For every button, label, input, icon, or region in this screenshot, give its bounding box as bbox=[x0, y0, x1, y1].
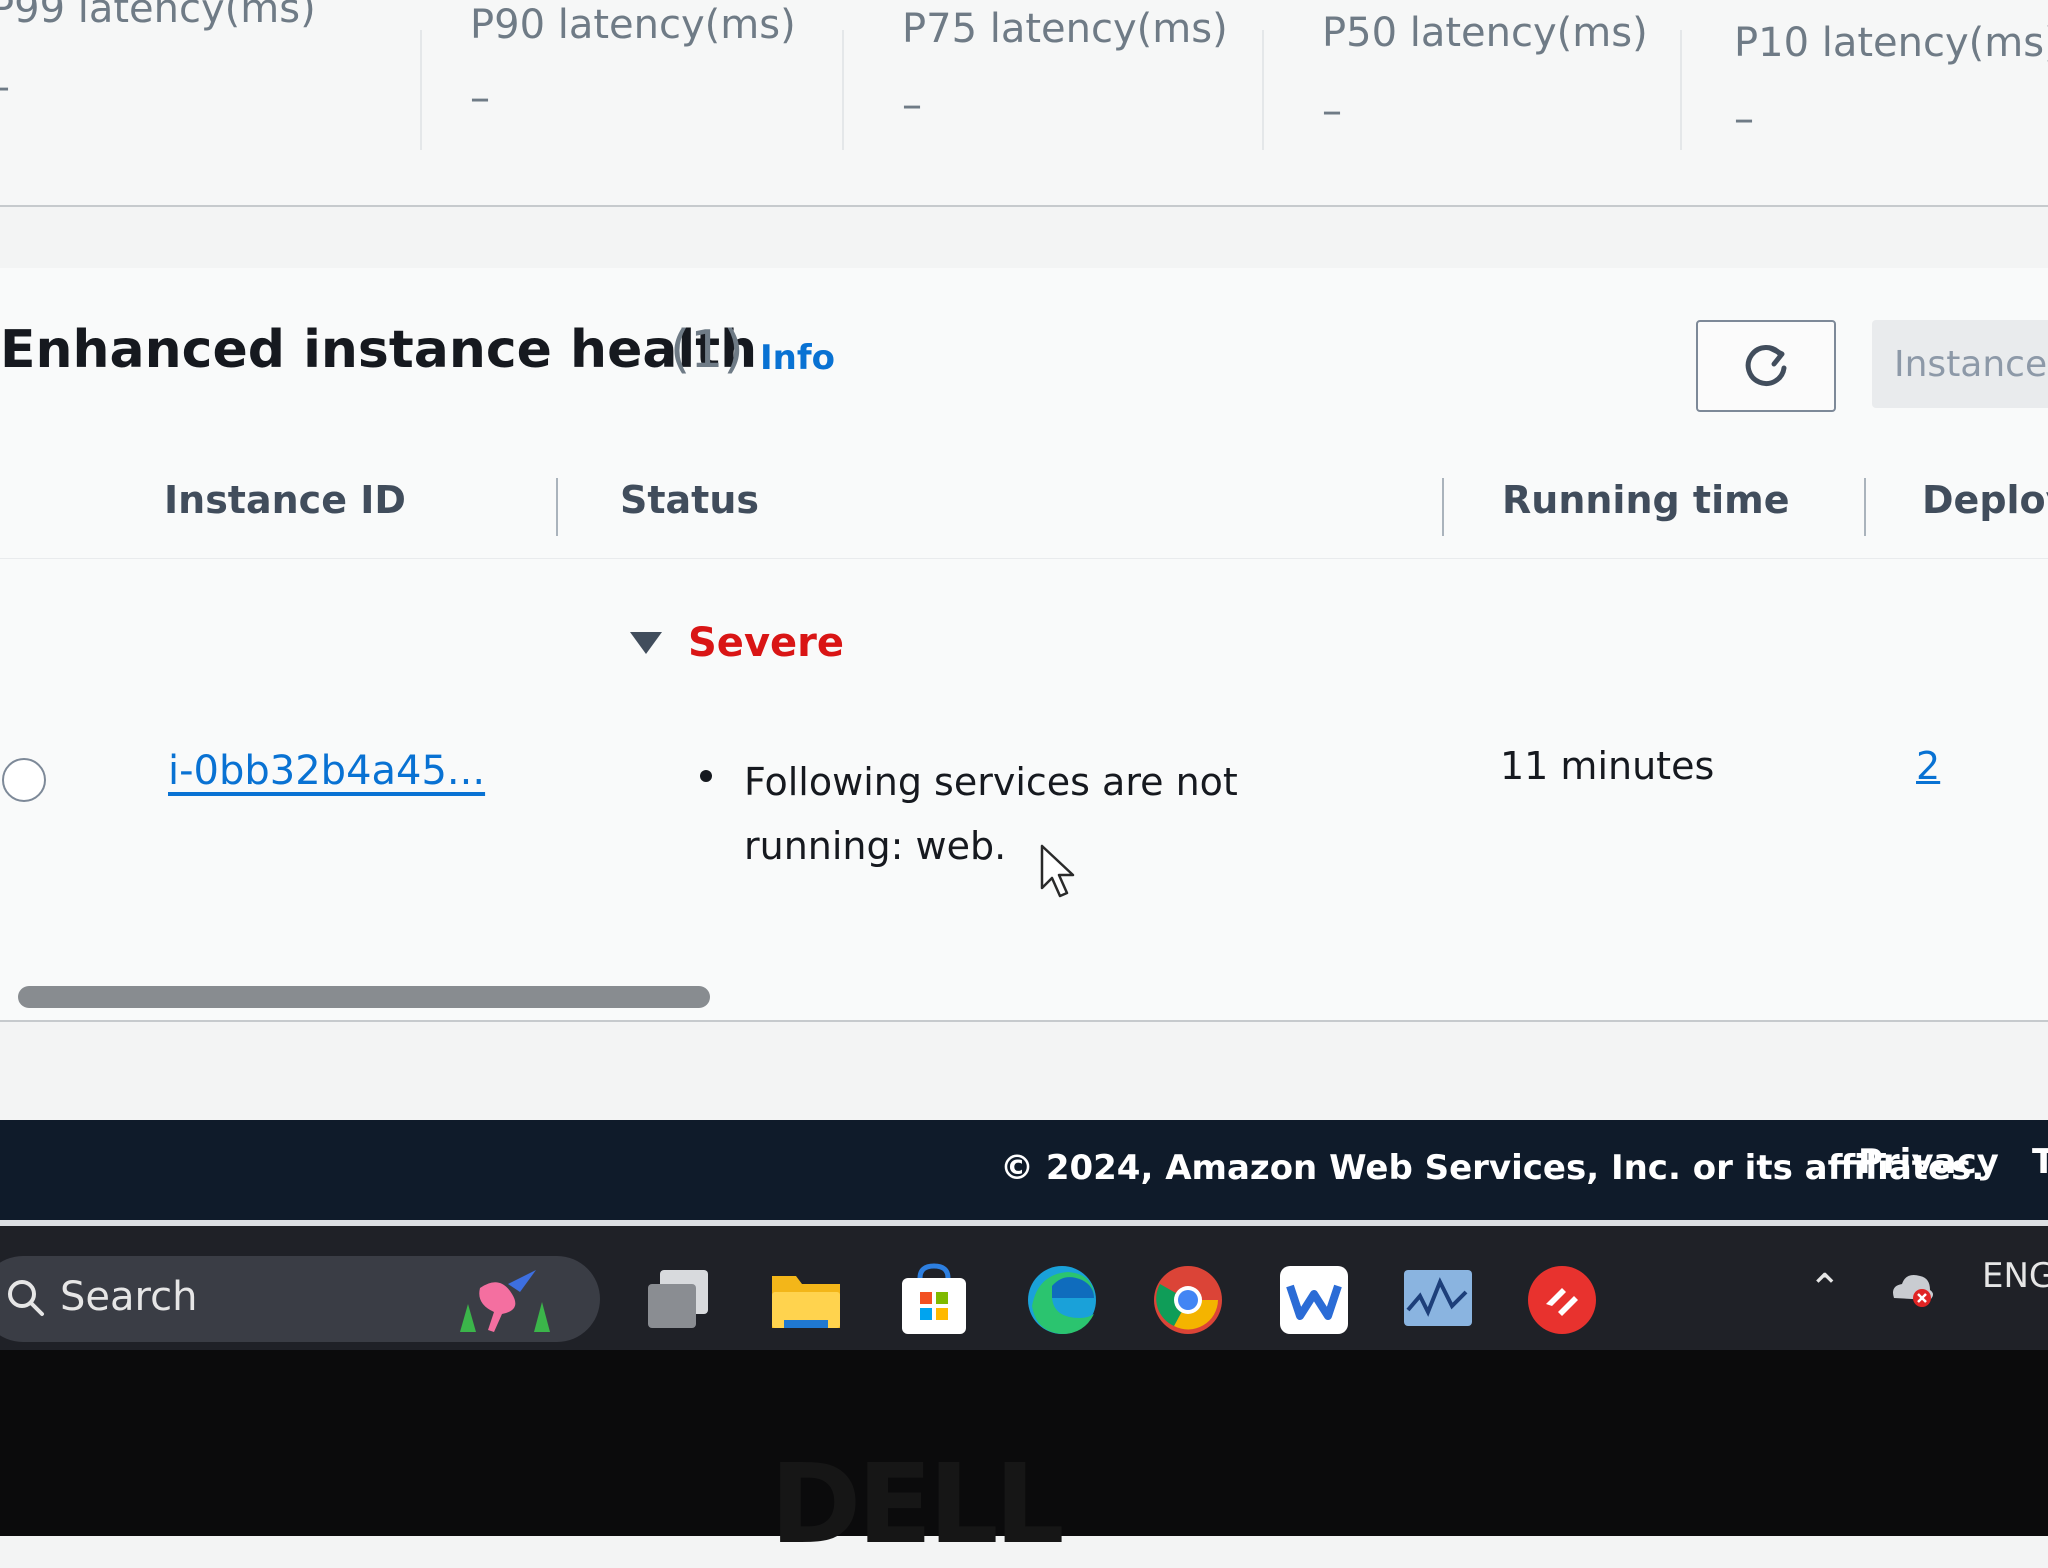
row-select-radio[interactable] bbox=[2, 758, 46, 802]
mouse-pointer-icon bbox=[1040, 844, 1075, 898]
column-divider bbox=[1262, 30, 1264, 150]
panel-title: Enhanced instance health bbox=[0, 320, 758, 380]
taskbar: Search ⌃ ENG bbox=[0, 1220, 2048, 1358]
monitor-bezel: DELL bbox=[0, 1350, 2048, 1568]
chevron-up-icon[interactable]: ⌃ bbox=[1808, 1266, 1842, 1312]
instance-actions-button[interactable]: Instance bbox=[1872, 320, 2048, 408]
privacy-link[interactable]: Privacy bbox=[1858, 1142, 1999, 1182]
bullet-icon bbox=[700, 770, 712, 782]
latency-label: P90 latency(ms) bbox=[470, 2, 796, 48]
search-highlight-icon bbox=[460, 1270, 550, 1332]
table-row: i-0bb32b4a45... Following services are n… bbox=[0, 728, 2048, 888]
file-explorer-icon[interactable] bbox=[768, 1262, 844, 1338]
status-message: Following services are not running: web. bbox=[744, 760, 1238, 868]
edge-icon[interactable] bbox=[1024, 1262, 1100, 1338]
copyright-text: © 2024, Amazon Web Services, Inc. or its… bbox=[1000, 1148, 1985, 1188]
task-view-icon[interactable] bbox=[640, 1262, 716, 1338]
latency-value: – bbox=[902, 82, 922, 128]
latency-label: P10 latency(ms) bbox=[1734, 20, 2048, 66]
latency-p75: P75 latency(ms) – bbox=[902, 0, 1282, 200]
column-divider bbox=[842, 30, 844, 150]
refresh-icon bbox=[1745, 345, 1787, 386]
latency-p99: P99 latency(ms) – bbox=[0, 0, 410, 200]
latency-metrics: P99 latency(ms) – P90 latency(ms) – P75 … bbox=[0, 0, 2048, 207]
remote-desktop-icon[interactable] bbox=[1524, 1262, 1600, 1338]
latency-value: – bbox=[470, 75, 490, 121]
latency-p90: P90 latency(ms) – bbox=[470, 0, 850, 200]
resource-monitor-icon[interactable] bbox=[1400, 1262, 1476, 1338]
word-icon[interactable] bbox=[1276, 1262, 1352, 1338]
severity-label: Severe bbox=[688, 620, 844, 666]
column-header-status[interactable]: Status bbox=[620, 478, 759, 522]
terms-link[interactable]: T bbox=[2032, 1142, 2048, 1182]
latency-label: P75 latency(ms) bbox=[902, 6, 1228, 52]
latency-p50: P50 latency(ms) – bbox=[1322, 0, 1702, 200]
severity-group[interactable]: Severe bbox=[630, 620, 844, 666]
column-resizer[interactable] bbox=[556, 478, 558, 536]
latency-value: – bbox=[1734, 96, 1754, 142]
column-header-instance-id[interactable]: Instance ID bbox=[164, 478, 406, 522]
taskbar-search[interactable]: Search bbox=[0, 1256, 600, 1342]
search-label: Search bbox=[60, 1274, 198, 1320]
chrome-icon[interactable] bbox=[1150, 1262, 1226, 1338]
onedrive-error-icon[interactable] bbox=[1888, 1268, 1936, 1308]
deploy-id-link[interactable]: 2 bbox=[1916, 744, 1940, 788]
refresh-button[interactable] bbox=[1696, 320, 1836, 412]
column-resizer[interactable] bbox=[1442, 478, 1444, 536]
horizontal-scrollbar[interactable] bbox=[18, 986, 710, 1008]
latency-p10: P10 latency(ms) – bbox=[1734, 0, 2048, 200]
console-footer: © 2024, Amazon Web Services, Inc. or its… bbox=[0, 1120, 2048, 1220]
enhanced-health-panel: Enhanced instance health (1) Info Instan… bbox=[0, 268, 2048, 1022]
column-header-running-time[interactable]: Running time bbox=[1502, 478, 1790, 522]
caret-down-icon bbox=[630, 632, 662, 654]
dell-logo: DELL bbox=[770, 1440, 1065, 1568]
column-header-deploy[interactable]: Deploy bbox=[1922, 478, 2048, 522]
info-link[interactable]: Info bbox=[760, 338, 835, 378]
language-indicator[interactable]: ENG bbox=[1982, 1256, 2048, 1296]
table-header: Instance ID Status Running time Deploy bbox=[0, 448, 2048, 559]
search-icon bbox=[8, 1280, 44, 1316]
column-resizer[interactable] bbox=[1864, 478, 1866, 536]
instance-actions-label: Instance bbox=[1894, 343, 2048, 385]
microsoft-store-icon[interactable] bbox=[896, 1262, 972, 1338]
latency-label: P99 latency(ms) bbox=[0, 0, 316, 32]
latency-value: – bbox=[0, 64, 10, 110]
latency-label: P50 latency(ms) bbox=[1322, 10, 1648, 56]
instance-id-link[interactable]: i-0bb32b4a45... bbox=[168, 748, 485, 794]
column-divider bbox=[420, 30, 422, 150]
latency-value: – bbox=[1322, 88, 1342, 134]
column-divider bbox=[1680, 30, 1682, 150]
running-time: 11 minutes bbox=[1500, 744, 1715, 788]
instance-count: (1) bbox=[670, 320, 744, 380]
